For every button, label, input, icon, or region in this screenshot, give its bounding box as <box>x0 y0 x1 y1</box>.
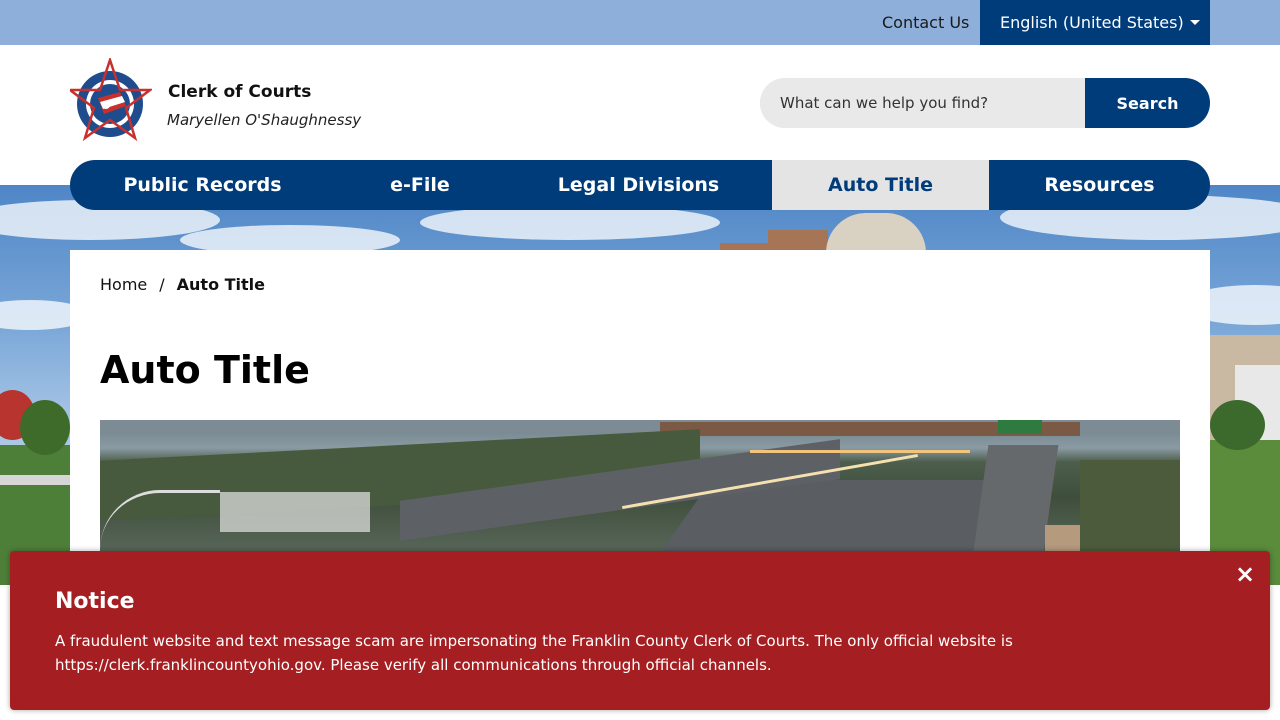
close-icon[interactable]: × <box>1232 561 1258 587</box>
notice-title: Notice <box>55 589 135 614</box>
utility-bar: Contact Us English (United States) <box>0 0 1280 45</box>
search-bar: Search <box>760 78 1210 128</box>
nav-item-auto-title[interactable]: Auto Title <box>772 160 989 210</box>
nav-item-public-records[interactable]: Public Records <box>70 160 335 210</box>
breadcrumb: Home / Auto Title <box>100 275 265 294</box>
language-select[interactable]: English (United States) <box>980 0 1210 45</box>
clerk-logo[interactable] <box>66 56 154 146</box>
breadcrumb-current: Auto Title <box>176 275 266 294</box>
breadcrumb-separator: / <box>159 275 165 294</box>
highway-banner-image <box>100 420 1180 560</box>
nav-item-legal-divisions[interactable]: Legal Divisions <box>505 160 772 210</box>
site-title[interactable]: Clerk of Courts <box>168 82 311 102</box>
scam-notice-banner: × Notice A fraudulent website and text m… <box>10 551 1270 710</box>
search-button[interactable]: Search <box>1085 78 1210 128</box>
nav-item-e-file[interactable]: e-File <box>335 160 505 210</box>
main-nav: Public Records e-File Legal Divisions Au… <box>70 160 1210 210</box>
search-input[interactable] <box>760 78 1085 128</box>
star-seal-icon <box>66 56 154 142</box>
page-title: Auto Title <box>100 348 310 392</box>
contact-us-link[interactable]: Contact Us <box>882 13 969 32</box>
notice-text: A fraudulent website and text message sc… <box>55 632 1013 674</box>
site-subtitle: Maryellen O'Shaughnessy <box>167 111 362 129</box>
caret-down-icon <box>1190 20 1200 25</box>
breadcrumb-home-link[interactable]: Home <box>100 275 147 294</box>
language-select-label: English (United States) <box>1000 13 1184 32</box>
nav-item-resources[interactable]: Resources <box>989 160 1210 210</box>
